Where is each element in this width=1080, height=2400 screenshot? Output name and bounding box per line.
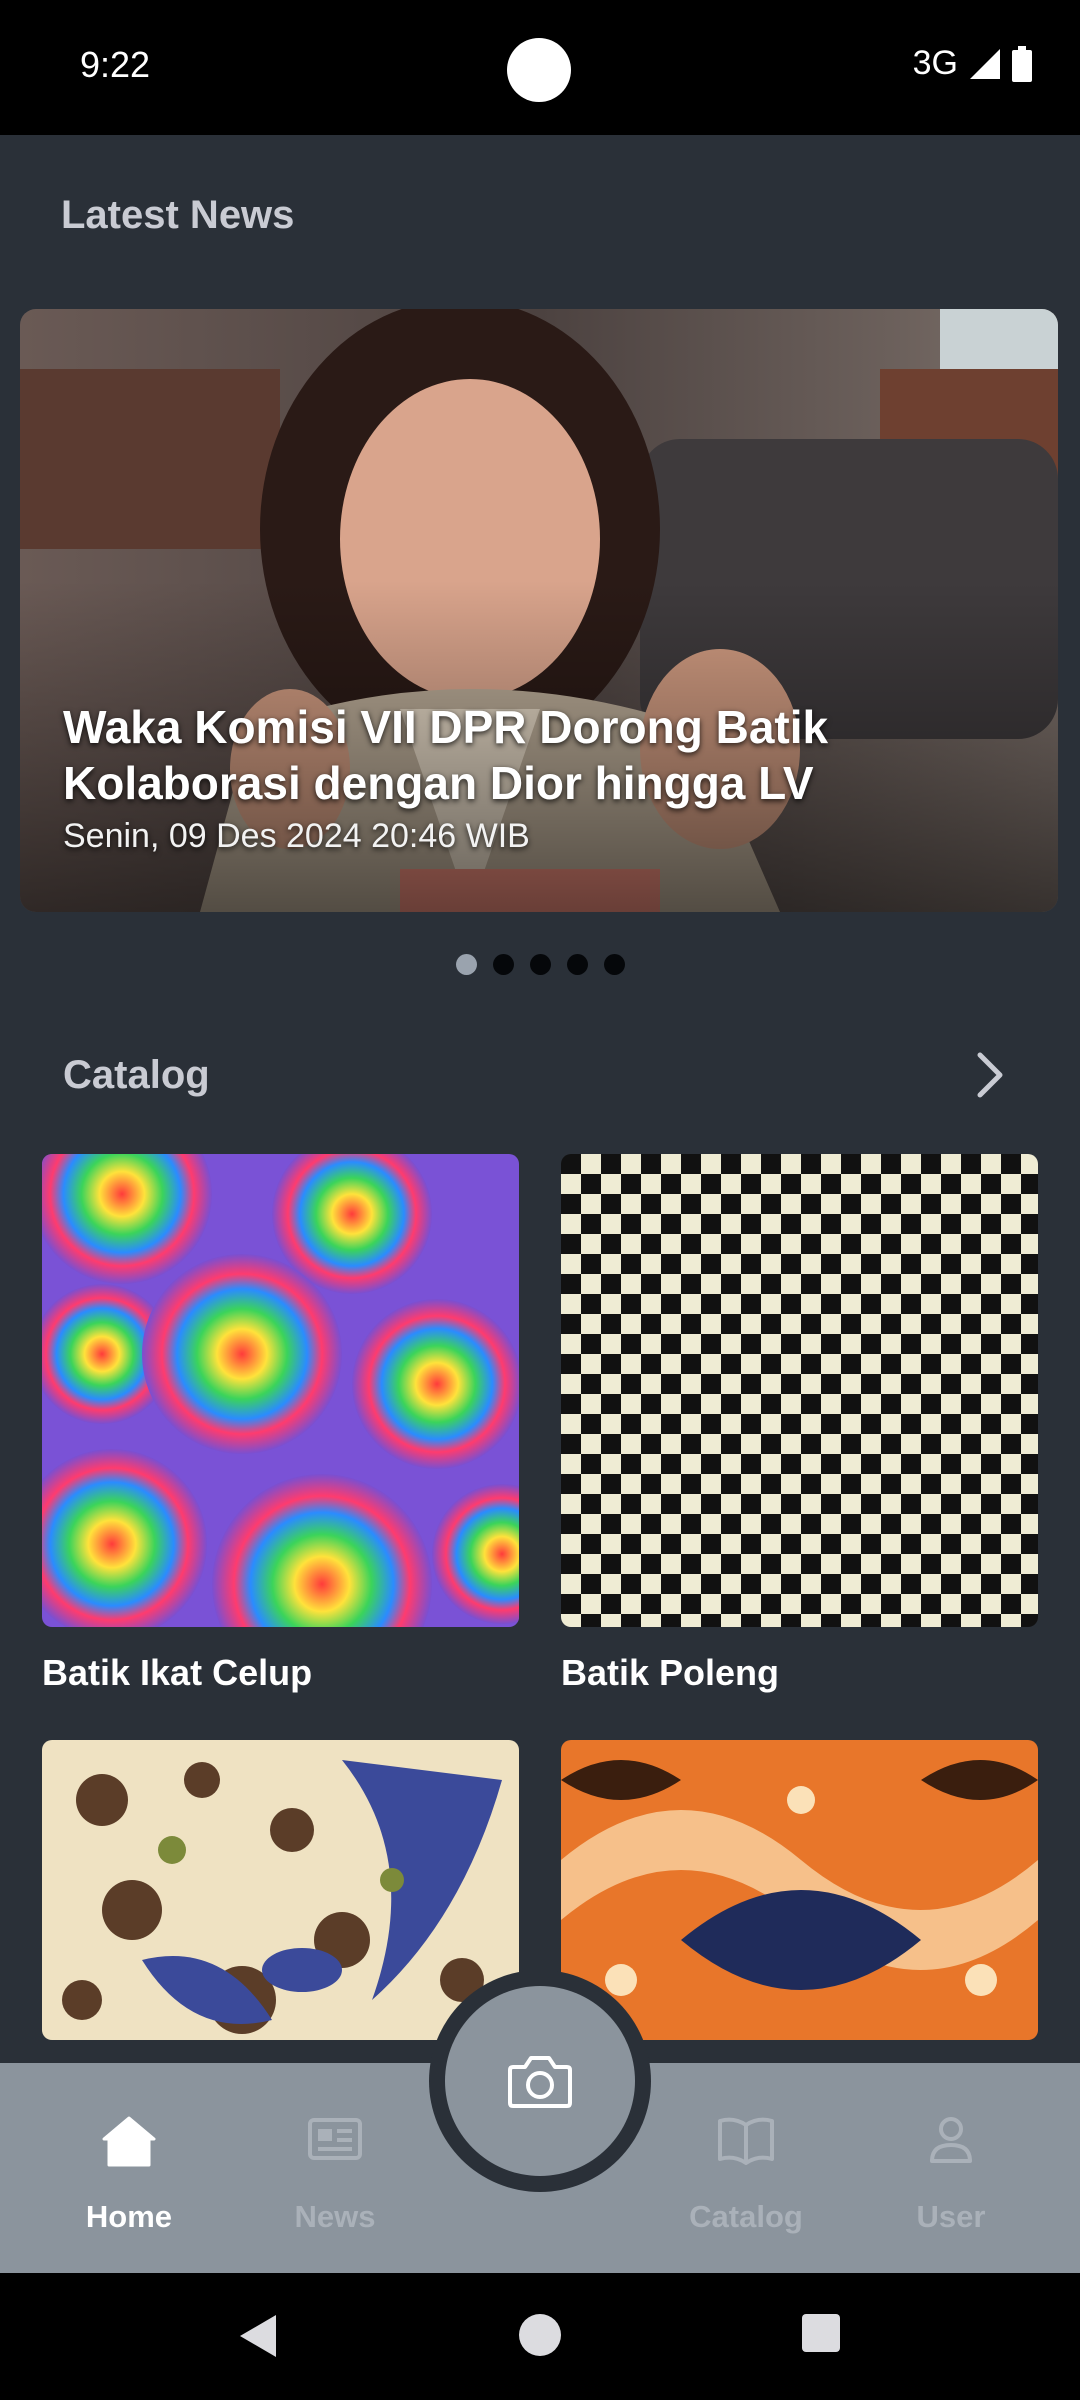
latest-news-heading: Latest News <box>61 193 295 237</box>
carousel-dot[interactable] <box>567 954 588 975</box>
status-bar: 9:22 3G <box>0 0 1080 135</box>
catalog-item[interactable] <box>561 1740 1038 2040</box>
catalog-heading: Catalog <box>63 1053 210 1097</box>
carousel-dot[interactable] <box>456 954 477 975</box>
news-caption: Waka Komisi VII DPR Dorong Batik Kolabor… <box>63 699 998 856</box>
signal-icon <box>968 47 1002 81</box>
system-navigation-bar <box>0 2273 1080 2400</box>
batik-floral-image <box>42 1740 519 2040</box>
batik-poleng-image <box>561 1154 1038 1627</box>
network-type: 3G <box>912 44 958 82</box>
carousel-indicator <box>456 954 625 975</box>
recents-icon[interactable] <box>801 2313 841 2353</box>
news-headline: Waka Komisi VII DPR Dorong Batik Kolabor… <box>63 701 829 809</box>
book-icon <box>718 2117 774 2165</box>
nav-item-catalog[interactable]: Catalog <box>666 2063 826 2273</box>
catalog-item[interactable] <box>42 1740 519 2040</box>
nav-item-user[interactable]: User <box>871 2063 1031 2273</box>
nav-item-news[interactable]: News <box>255 2063 415 2273</box>
news-date: Senin, 09 Des 2024 20:46 WIB <box>63 817 530 855</box>
catalog-item-batik-poleng[interactable] <box>561 1154 1038 1627</box>
status-indicators: 3G <box>913 44 1032 83</box>
carousel-dot[interactable] <box>493 954 514 975</box>
catalog-item-label: Batik Ikat Celup <box>42 1652 313 1693</box>
camera-icon <box>508 2056 572 2108</box>
news-carousel-card[interactable]: Waka Komisi VII DPR Dorong Batik Kolabor… <box>20 309 1058 912</box>
user-icon <box>930 2117 972 2163</box>
batik-orange-image <box>561 1740 1038 2040</box>
catalog-item-label: Batik Poleng <box>561 1652 780 1693</box>
nav-label: Home <box>85 2199 173 2234</box>
nav-label: User <box>916 2199 986 2234</box>
battery-icon <box>1012 45 1032 82</box>
batik-ikat-celup-image <box>42 1154 519 1627</box>
nav-label: Catalog <box>689 2199 803 2234</box>
nav-item-home[interactable]: Home <box>49 2063 209 2273</box>
status-time: 9:22 <box>80 44 151 85</box>
home-icon <box>102 2116 156 2167</box>
home-circle-icon[interactable] <box>518 2313 562 2357</box>
carousel-dot[interactable] <box>604 954 625 975</box>
camera-button[interactable] <box>445 1986 635 2176</box>
nav-label: News <box>294 2199 376 2234</box>
main-content[interactable]: Latest News Waka Komisi VII DPR Dorong B… <box>0 135 1080 2065</box>
back-icon[interactable] <box>238 2313 278 2359</box>
camera-cutout <box>507 38 571 102</box>
chevron-right-icon[interactable] <box>970 1050 1010 1100</box>
app-screen: 9:22 3G Latest News Waka Komisi VII DPR … <box>0 0 1080 2400</box>
catalog-item-batik-ikat-celup[interactable] <box>42 1154 519 1627</box>
carousel-dot[interactable] <box>530 954 551 975</box>
newspaper-icon <box>308 2118 362 2160</box>
